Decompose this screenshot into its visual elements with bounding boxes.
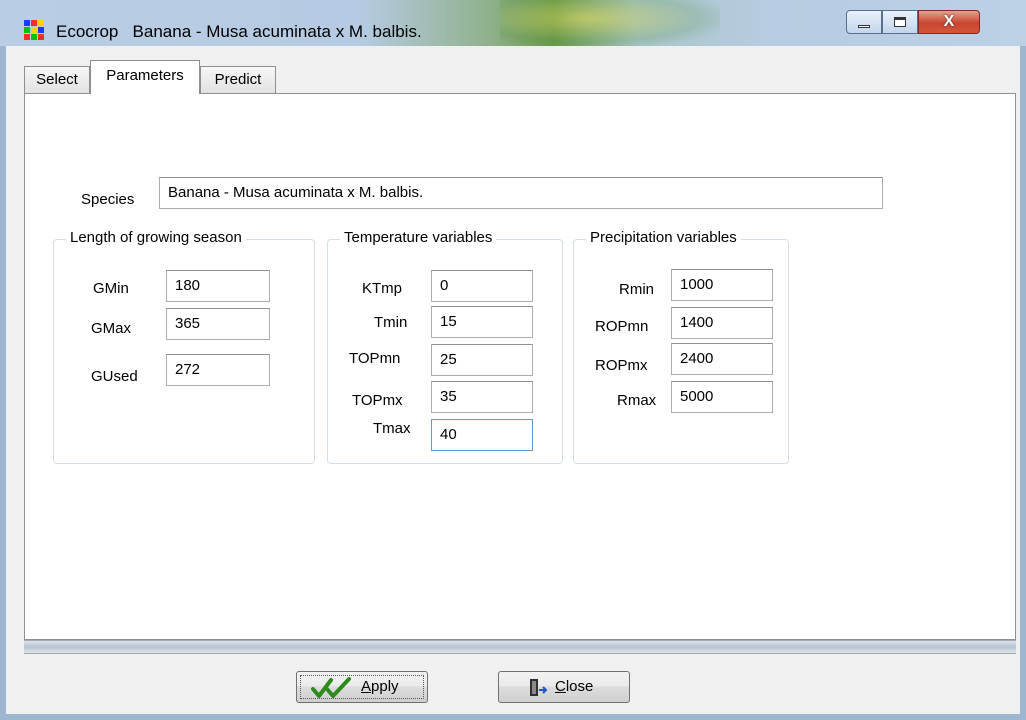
title-bar[interactable]: Ecocrop Banana - Musa acuminata x M. bal…	[0, 0, 1026, 46]
precipitation-title: Precipitation variables	[586, 229, 741, 246]
rmin-field[interactable]: 1000	[671, 269, 773, 301]
double-checkmark-icon	[311, 677, 351, 698]
rmax-label: Rmax	[617, 392, 657, 409]
minimize-button[interactable]	[846, 10, 882, 34]
title-bar-background-decoration	[500, 0, 720, 46]
temperature-title: Temperature variables	[340, 229, 497, 246]
exit-door-icon	[530, 679, 548, 696]
maximize-icon	[894, 17, 906, 27]
tmin-label: Tmin	[374, 314, 408, 331]
close-window-button[interactable]: X	[918, 10, 980, 34]
gmax-label: GMax	[91, 320, 132, 337]
ropmn-field[interactable]: 1400	[671, 307, 773, 339]
gused-label: GUsed	[91, 368, 138, 385]
close-icon: X	[943, 13, 955, 30]
splitter-bar[interactable]	[24, 640, 1016, 654]
tmin-field[interactable]: 15	[431, 306, 533, 338]
rmin-label: Rmin	[619, 281, 655, 298]
gused-field[interactable]: 272	[166, 354, 270, 386]
ktmp-field[interactable]: 0	[431, 270, 533, 302]
topmx-field[interactable]: 35	[431, 381, 533, 413]
close-button-label: Close	[555, 678, 594, 695]
tmax-label: Tmax	[373, 420, 411, 437]
growing-season-title: Length of growing season	[66, 229, 246, 246]
minimize-icon	[858, 25, 870, 28]
tab-predict[interactable]: Predict	[200, 66, 276, 94]
ropmn-label: ROPmn	[595, 318, 649, 335]
apply-button[interactable]: Apply	[296, 671, 428, 703]
tmax-field[interactable]: 40	[431, 419, 533, 451]
window-title: Ecocrop Banana - Musa acuminata x M. bal…	[56, 22, 422, 41]
rmax-field[interactable]: 5000	[671, 381, 773, 413]
tab-select[interactable]: Select	[24, 66, 90, 94]
maximize-button[interactable]	[882, 10, 918, 34]
client-area: Select Parameters Predict Species Banana…	[6, 46, 1020, 714]
ropmx-field[interactable]: 2400	[671, 343, 773, 375]
parameters-tab-page: Species Banana - Musa acuminata x M. bal…	[24, 93, 1016, 640]
topmn-label: TOPmn	[349, 350, 401, 367]
species-label: Species	[81, 191, 135, 208]
ktmp-label: KTmp	[362, 280, 403, 297]
close-button[interactable]: Close	[498, 671, 630, 703]
gmin-label: GMin	[93, 280, 129, 297]
topmn-field[interactable]: 25	[431, 344, 533, 376]
species-field[interactable]: Banana - Musa acuminata x M. balbis.	[159, 177, 883, 209]
ropmx-label: ROPmx	[595, 357, 648, 374]
tab-parameters[interactable]: Parameters	[90, 60, 200, 94]
gmin-field[interactable]: 180	[166, 270, 270, 302]
ecocrop-grid-icon[interactable]	[24, 20, 44, 40]
gmax-field[interactable]: 365	[166, 308, 270, 340]
topmx-label: TOPmx	[352, 392, 403, 409]
apply-button-label: Apply	[361, 678, 399, 695]
